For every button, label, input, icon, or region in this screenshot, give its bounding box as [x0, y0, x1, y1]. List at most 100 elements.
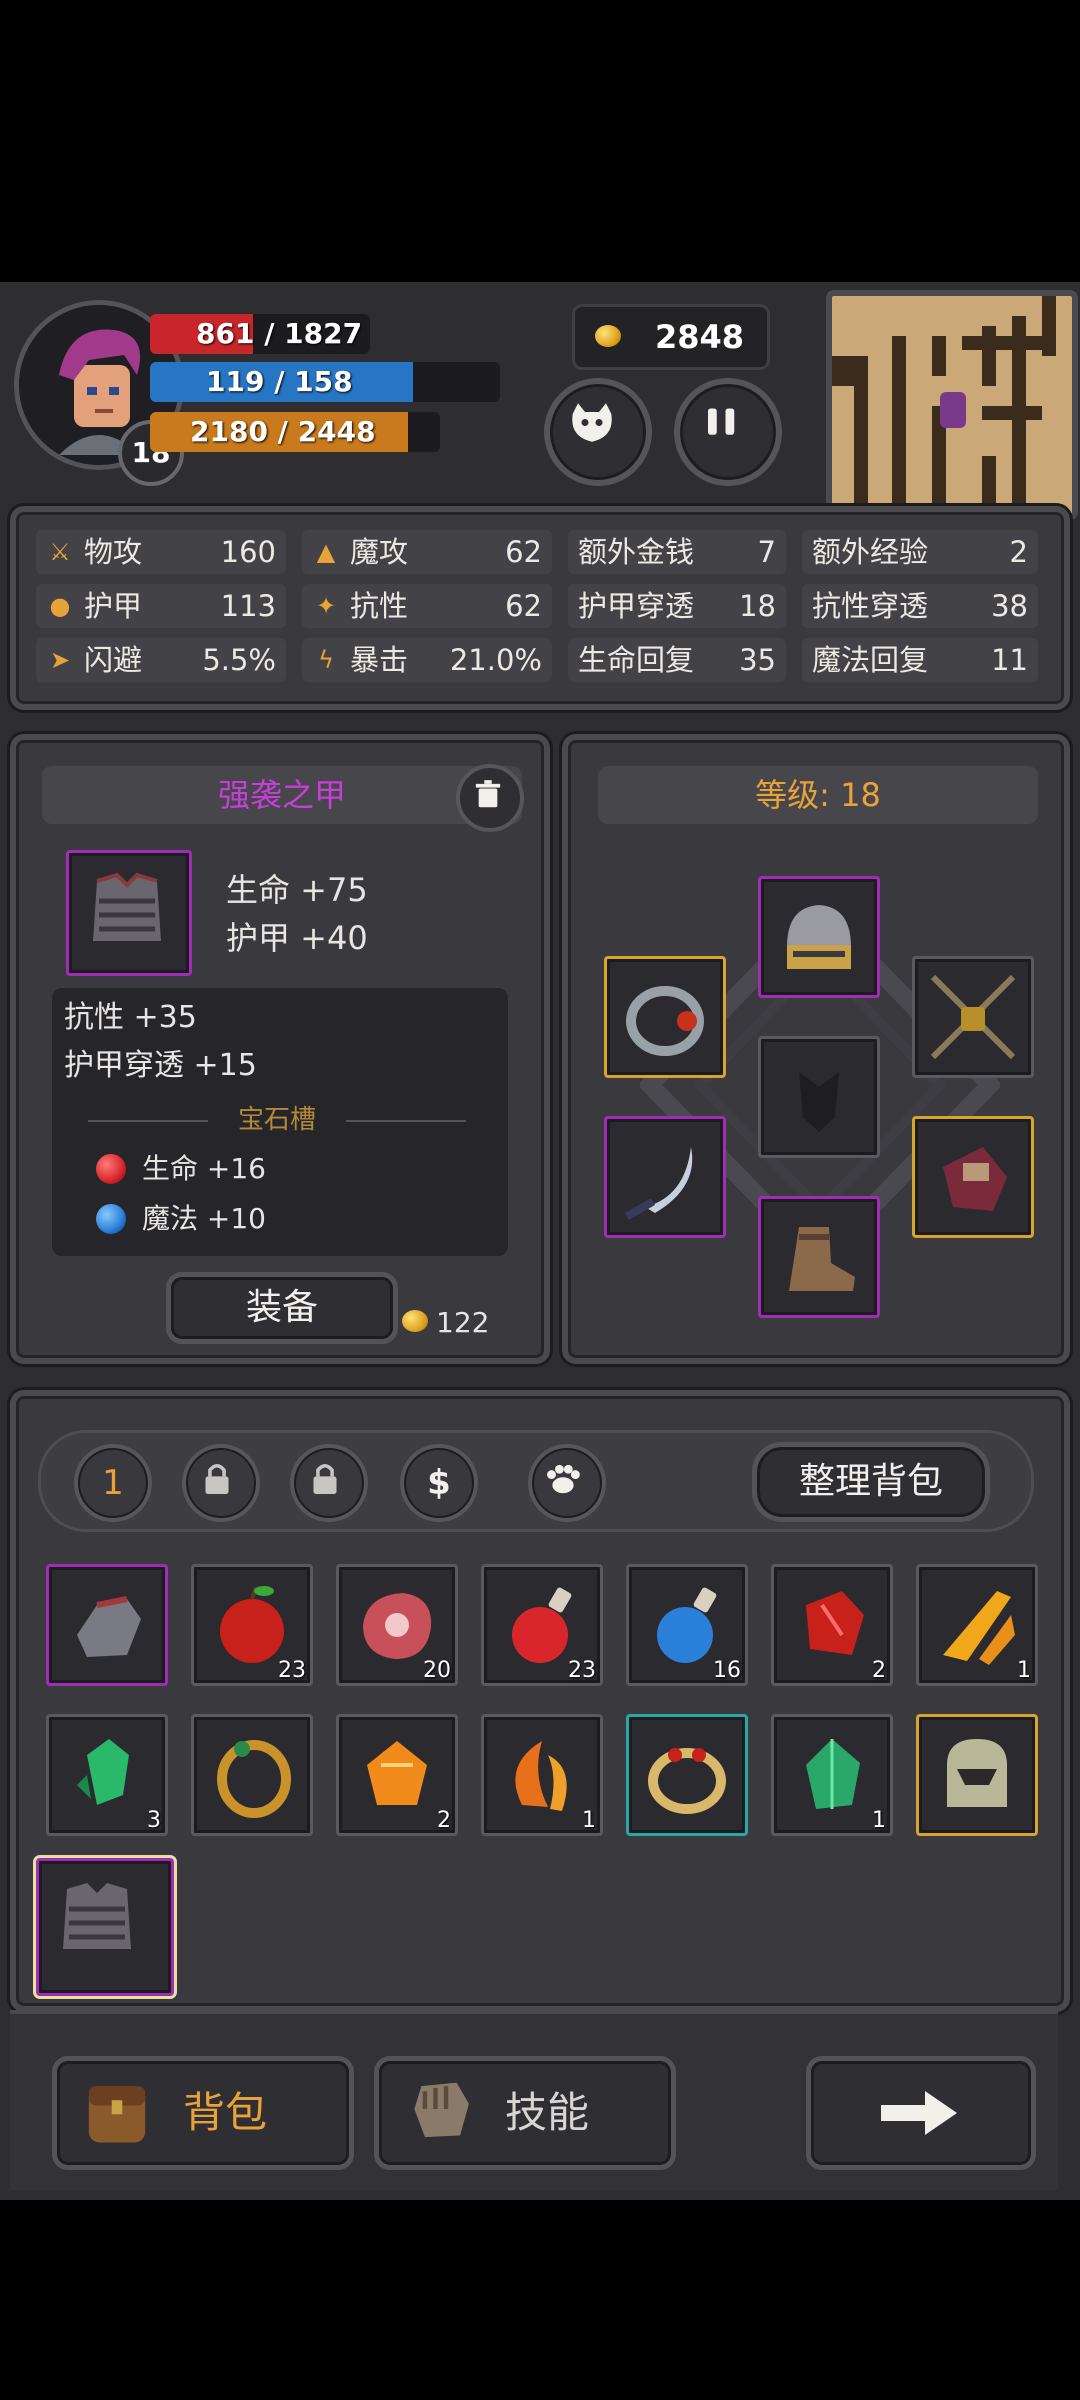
lightning-icon: ϟ — [318, 646, 334, 674]
chain-lock-icon — [930, 974, 1016, 1060]
exp-text: 2180 / 2448 — [190, 415, 376, 448]
divider-left — [88, 1120, 208, 1122]
discard-button[interactable] — [456, 764, 524, 832]
equip-slot-gloves[interactable] — [912, 1116, 1034, 1238]
mp-bar: 119 / 158 — [150, 362, 500, 402]
stat-1: ▲ 魔攻 62 — [302, 530, 552, 574]
equipment-level: 等级: 18 — [755, 776, 881, 814]
bag-slot-orange-gem[interactable]: 2 — [336, 1714, 458, 1836]
stat-3: 额外经验 2 — [802, 530, 1038, 574]
chest-armor-icon — [63, 1883, 131, 1949]
item-count: 2 — [872, 1658, 886, 1683]
player-marker-icon — [940, 392, 966, 428]
sell-button[interactable]: $ — [400, 1444, 478, 1522]
bag-slot-green-gem[interactable]: 1 — [771, 1714, 893, 1836]
item-count: 1 — [582, 1808, 596, 1833]
item-count: 1 — [1017, 1658, 1031, 1683]
gold-amount: 2848 — [655, 318, 745, 356]
selected-item-slot[interactable] — [66, 850, 192, 976]
stat-0: ⚔ 物攻 160 — [36, 530, 286, 574]
red-gem-icon — [806, 1591, 864, 1655]
bag-slot-apple[interactable]: 23 — [191, 1564, 313, 1686]
red-gem-icon — [96, 1154, 126, 1184]
item-name: 强袭之甲 — [217, 776, 346, 814]
bag-page-button[interactable]: 1 — [74, 1444, 152, 1522]
equip-slot-helmet[interactable] — [758, 876, 880, 998]
equip-slot-necklace[interactable] — [912, 956, 1034, 1078]
helmet-icon — [787, 905, 851, 969]
bag-slot-red-potion[interactable]: 23 — [481, 1564, 603, 1686]
backpack-icon — [88, 2086, 146, 2143]
bag-page-locked-2[interactable] — [290, 1444, 368, 1522]
nav-bag-button[interactable]: 背包 — [52, 2056, 354, 2170]
bag-slot-green-crystal[interactable]: 3 — [46, 1714, 168, 1836]
chest-armor-icon — [93, 872, 161, 941]
stat-label: 生命回复 — [578, 643, 695, 677]
item-count: 3 — [147, 1808, 161, 1833]
gem-stat-2: 魔法 +10 — [142, 1202, 266, 1235]
item-count: 23 — [278, 1658, 306, 1683]
item-sub-stat-1: 抗性 +35 — [64, 1000, 197, 1035]
pet-button[interactable] — [544, 378, 652, 486]
equip-slot-weapon[interactable] — [604, 1116, 726, 1238]
stat-value: 2 — [1009, 535, 1028, 569]
stat-label: 抗性穿透 — [812, 589, 929, 623]
bag-slot-chest-armor[interactable] — [33, 1855, 177, 1999]
equip-slot-center[interactable] — [758, 1036, 880, 1158]
shield-silhouette-icon — [799, 1072, 839, 1132]
stat-label: 额外金钱 — [578, 535, 695, 569]
stat-label: 暴击 — [350, 643, 409, 677]
item-count: 16 — [713, 1658, 741, 1683]
gauntlet-icon — [77, 1596, 141, 1657]
bag-slot-meat[interactable]: 20 — [336, 1564, 458, 1686]
minimap[interactable] — [826, 290, 1078, 520]
bag-slot-blue-potion[interactable]: 16 — [626, 1564, 748, 1686]
bag-slot-gold-shard[interactable]: 1 — [916, 1564, 1038, 1686]
pet-bag-button[interactable] — [528, 1444, 606, 1522]
bag-slot-helmet[interactable] — [916, 1714, 1038, 1836]
pause-icon — [708, 408, 735, 435]
gem-stat-1: 生命 +16 — [142, 1152, 266, 1185]
sort-bag-label: 整理背包 — [798, 1461, 943, 1502]
blue-gem-icon — [96, 1204, 126, 1234]
gold-shard-icon — [943, 1591, 1015, 1665]
fist-icon — [414, 2082, 469, 2138]
gold-counter: 2848 — [572, 304, 770, 370]
gold-coin-icon — [595, 325, 621, 347]
nav-bag-label: 背包 — [183, 2088, 268, 2137]
item-count: 23 — [568, 1658, 596, 1683]
bag-slot-ruby-ring[interactable] — [626, 1714, 748, 1836]
stat-label: 抗性 — [350, 589, 409, 623]
stat-value: 18 — [739, 589, 776, 623]
bag-slot-red-gem[interactable]: 2 — [771, 1564, 893, 1686]
arrow-right-icon — [881, 2091, 957, 2135]
pause-button[interactable] — [674, 378, 782, 486]
paw-icon: ● — [49, 592, 71, 620]
bag-slot-orange-horn[interactable]: 1 — [481, 1714, 603, 1836]
stat-value: 11 — [991, 643, 1028, 677]
next-button[interactable] — [806, 2056, 1036, 2170]
bag-slot-gold-ring[interactable] — [191, 1714, 313, 1836]
dollar-icon: $ — [427, 1463, 451, 1503]
sort-bag-button[interactable]: 整理背包 — [752, 1442, 990, 1522]
stat-value: 62 — [505, 535, 542, 569]
sword-icon: ⚔ — [49, 538, 71, 566]
orange-gem-icon — [367, 1741, 427, 1805]
item-price: 122 — [436, 1306, 490, 1339]
gem-slot-title: 宝石槽 — [237, 1105, 316, 1135]
equip-slot-ring[interactable] — [604, 956, 726, 1078]
item-count: 20 — [423, 1658, 451, 1683]
stat-label: 闪避 — [84, 643, 143, 677]
nav-skill-button[interactable]: 技能 — [374, 2056, 676, 2170]
equip-slot-boots[interactable] — [758, 1196, 880, 1318]
stat-value: 160 — [220, 535, 276, 569]
stat-label: 魔攻 — [350, 535, 409, 569]
item-count: 1 — [872, 1808, 886, 1833]
bag-slot-gauntlet[interactable] — [46, 1564, 168, 1686]
stat-label: 护甲穿透 — [578, 589, 695, 623]
green-gem-icon — [806, 1739, 860, 1809]
stat-10: 生命回复 35 — [568, 638, 786, 682]
equip-button[interactable]: 装备 — [166, 1272, 398, 1344]
bag-page-locked-1[interactable] — [182, 1444, 260, 1522]
stat-value: 38 — [991, 589, 1028, 623]
